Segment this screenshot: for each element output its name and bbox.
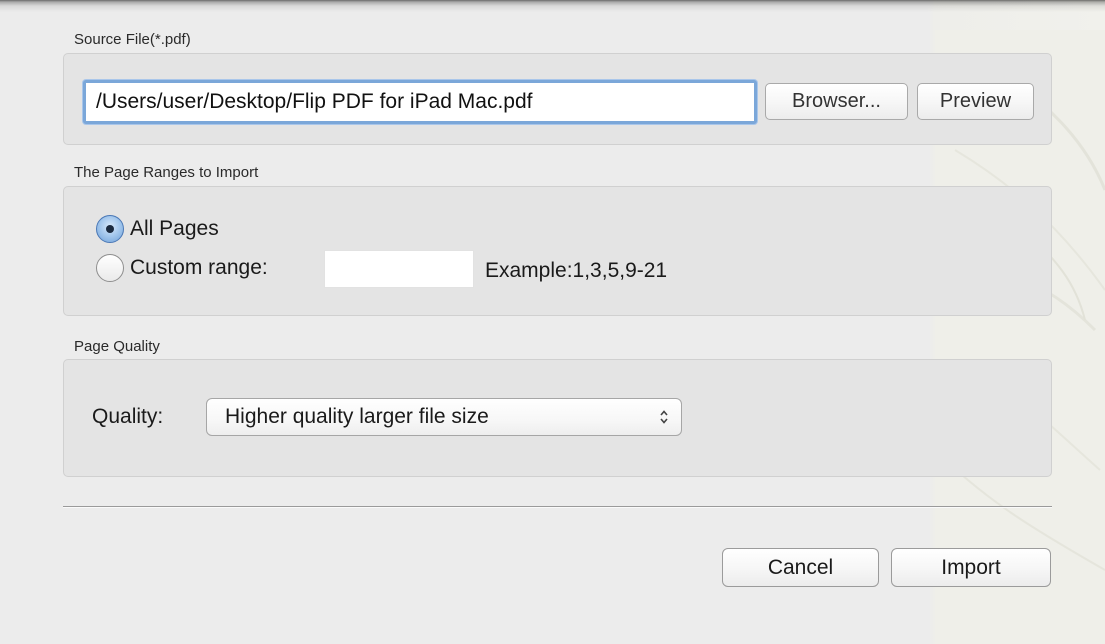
custom-range-label: Custom range:	[130, 256, 268, 279]
all-pages-option[interactable]: All Pages	[96, 215, 219, 243]
quality-label: Quality:	[92, 405, 164, 428]
window-top-shadow	[0, 0, 1105, 12]
custom-range-input[interactable]	[324, 250, 474, 288]
import-button[interactable]: Import	[891, 548, 1051, 587]
preview-button[interactable]: Preview	[917, 83, 1034, 120]
source-file-group: /Users/user/Desktop/Flip PDF for iPad Ma…	[63, 53, 1052, 145]
page-ranges-group: All Pages Custom range: Example:1,3,5,9-…	[63, 186, 1052, 316]
quality-select[interactable]: Higher quality larger file size	[206, 398, 682, 436]
quality-select-value: Higher quality larger file size	[225, 405, 489, 428]
source-file-path-input[interactable]: /Users/user/Desktop/Flip PDF for iPad Ma…	[83, 80, 757, 124]
page-quality-section-label: Page Quality	[74, 338, 160, 355]
all-pages-radio[interactable]	[96, 215, 124, 243]
custom-range-example-text: Example:1,3,5,9-21	[485, 259, 668, 282]
custom-range-option[interactable]: Custom range:	[96, 254, 268, 282]
page-quality-group: Quality: Higher quality larger file size	[63, 359, 1052, 477]
page-ranges-section-label: The Page Ranges to Import	[74, 164, 259, 181]
all-pages-label: All Pages	[130, 217, 219, 240]
cancel-button[interactable]: Cancel	[722, 548, 879, 587]
custom-range-radio[interactable]	[96, 254, 124, 282]
source-file-section-label: Source File(*.pdf)	[74, 31, 191, 48]
import-pdf-dialog: Source File(*.pdf) /Users/user/Desktop/F…	[0, 0, 1105, 644]
footer-divider	[63, 506, 1052, 508]
browse-button[interactable]: Browser...	[765, 83, 908, 120]
updown-chevron-icon	[660, 410, 668, 424]
